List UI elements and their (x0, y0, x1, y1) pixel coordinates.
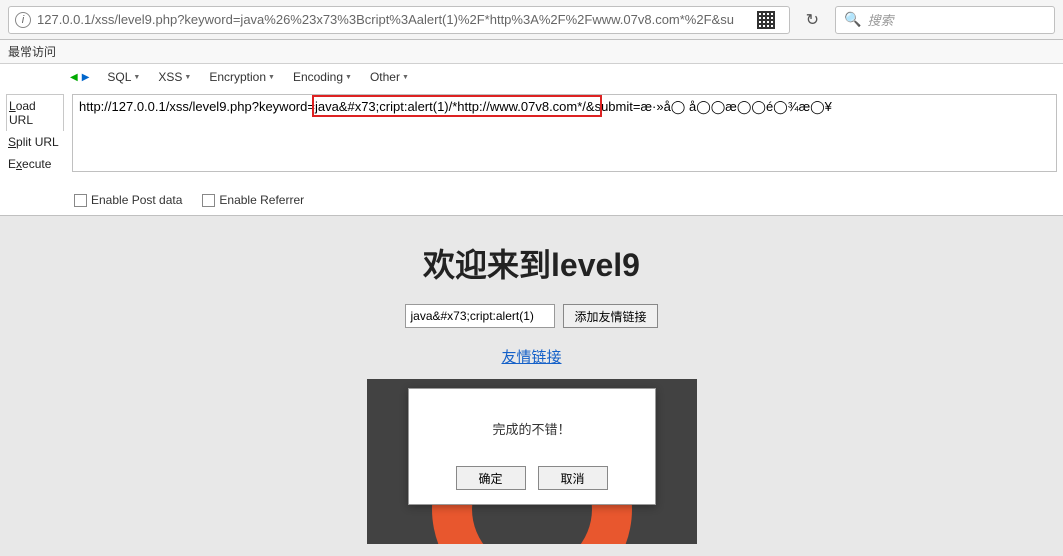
menu-encryption[interactable]: Encryption▼ (209, 70, 275, 84)
alert-dialog: 完成的不错！ 确定 取消 (408, 388, 656, 505)
enable-referrer-checkbox[interactable]: Enable Referrer (202, 193, 304, 207)
page-title: 欢迎来到level9 (0, 216, 1063, 286)
search-placeholder: 搜索 (867, 10, 893, 29)
url-text: 127.0.0.1/xss/level9.php?keyword=java%26… (37, 12, 749, 27)
checkbox-icon (74, 194, 87, 207)
friend-link[interactable]: 友情链接 (0, 346, 1063, 367)
enable-post-checkbox[interactable]: Enable Post data (74, 193, 182, 207)
menu-encoding[interactable]: Encoding▼ (293, 70, 352, 84)
hackbar-panel: ◀ ▶ SQL▼ XSS▼ Encryption▼ Encoding▼ Othe… (0, 64, 1063, 216)
execute-button[interactable]: Execute (6, 153, 64, 175)
load-url-button[interactable]: Load URL (6, 94, 64, 131)
forward-icon[interactable]: ▶ (82, 72, 90, 83)
hackbar-textarea[interactable] (72, 94, 1057, 172)
hackbar-sidebar: Load URL Split URL Execute (6, 94, 64, 177)
back-icon[interactable]: ◀ (70, 72, 78, 83)
dialog-ok-button[interactable]: 确定 (456, 466, 526, 490)
submit-button[interactable]: 添加友情链接 (563, 304, 657, 328)
dialog-cancel-button[interactable]: 取消 (538, 466, 608, 490)
hackbar-nav-arrows: ◀ ▶ (70, 72, 89, 83)
qr-icon[interactable] (757, 11, 775, 29)
search-icon: 🔍 (844, 11, 861, 28)
reload-icon[interactable]: ↻ (806, 10, 819, 30)
hackbar-menu: ◀ ▶ SQL▼ XSS▼ Encryption▼ Encoding▼ Othe… (0, 64, 1063, 90)
keyword-input[interactable] (405, 304, 555, 328)
url-bar[interactable]: i 127.0.0.1/xss/level9.php?keyword=java%… (8, 6, 790, 34)
bookmark-most-visited[interactable]: 最常访问 (8, 43, 56, 60)
search-bar[interactable]: 🔍 搜索 (835, 6, 1055, 34)
form-row: 添加友情链接 (0, 304, 1063, 328)
browser-address-bar: i 127.0.0.1/xss/level9.php?keyword=java%… (0, 0, 1063, 40)
page-body: 欢迎来到level9 添加友情链接 友情链接 (0, 216, 1063, 556)
menu-other[interactable]: Other▼ (370, 70, 409, 84)
bookmarks-bar: 最常访问 (0, 40, 1063, 64)
checkbox-icon (202, 194, 215, 207)
menu-sql[interactable]: SQL▼ (107, 70, 140, 84)
split-url-button[interactable]: Split URL (6, 131, 64, 153)
menu-xss[interactable]: XSS▼ (158, 70, 191, 84)
info-icon[interactable]: i (15, 12, 31, 28)
dialog-message: 完成的不错！ (409, 389, 655, 466)
